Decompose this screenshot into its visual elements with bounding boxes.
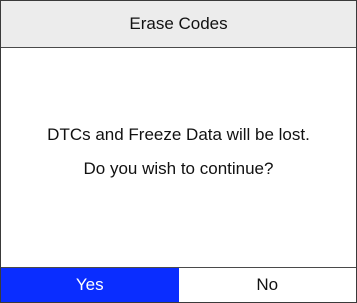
- yes-button-label: Yes: [75, 275, 104, 294]
- dialog-message: DTCs and Freeze Data will be lost. Do yo…: [1, 125, 356, 179]
- message-line-1: DTCs and Freeze Data will be lost.: [47, 125, 310, 144]
- yes-button[interactable]: Yes: [1, 268, 179, 302]
- dialog-button-bar: Yes No: [1, 267, 356, 302]
- no-button[interactable]: No: [178, 268, 356, 302]
- dialog-title: Erase Codes: [129, 14, 228, 33]
- no-button-label: No: [256, 275, 279, 294]
- dialog-title-bar: Erase Codes: [1, 1, 356, 48]
- erase-codes-dialog: Erase Codes DTCs and Freeze Data will be…: [0, 0, 357, 303]
- message-line-2: Do you wish to continue?: [83, 159, 274, 178]
